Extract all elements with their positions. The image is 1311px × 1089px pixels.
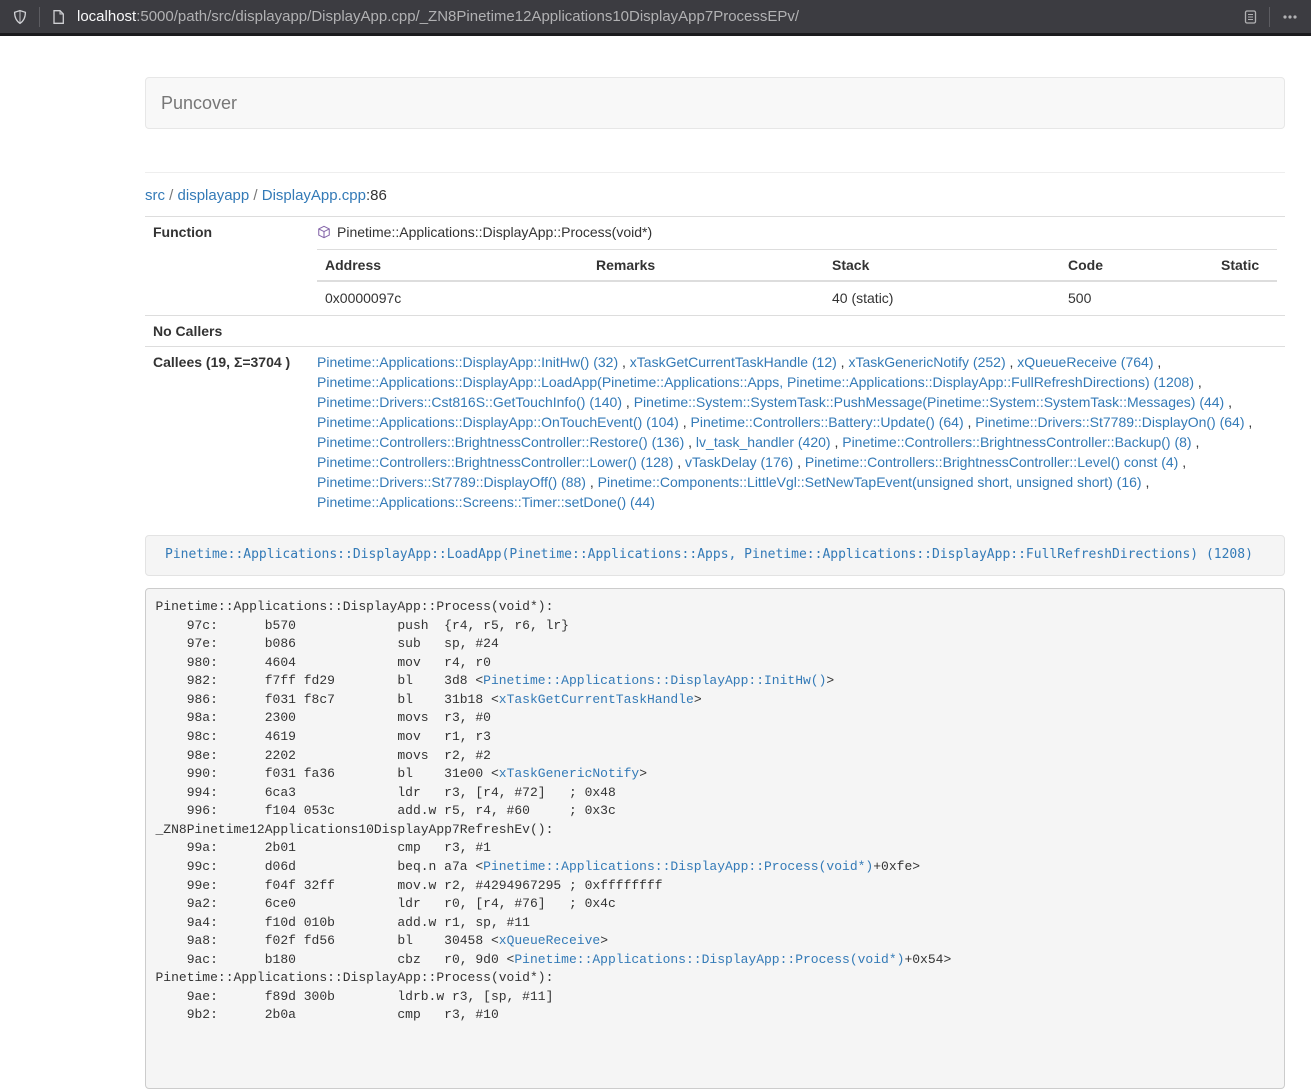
static-value (1213, 281, 1277, 315)
stack-value: 40 (static) (824, 281, 1060, 315)
breadcrumb-separator: / (165, 187, 178, 204)
function-name-cell: Pinetime::Applications::DisplayApp::Proc… (309, 217, 1285, 250)
callee-link[interactable]: Pinetime::Applications::DisplayApp::OnTo… (317, 414, 679, 430)
col-header-remarks: Remarks (588, 250, 824, 282)
callee-link[interactable]: xTaskGetCurrentTaskHandle (12) (630, 354, 837, 370)
callees-row: Callees (19, Σ=3704 ) Pinetime::Applicat… (145, 347, 1285, 518)
url-host: localhost (77, 8, 136, 25)
breadcrumb-line-number: :86 (366, 187, 387, 204)
address-value: 0x0000097c (317, 281, 588, 315)
metrics-values-row: 0x0000097c 40 (static) 500 (317, 281, 1277, 315)
browser-url-bar[interactable]: localhost:5000/path/src/displayapp/Displ… (0, 0, 1311, 36)
callee-link[interactable]: Pinetime::Drivers::St7789::DisplayOff() … (317, 474, 586, 490)
url-path: :5000/path/src/displayapp/DisplayApp.cpp… (136, 8, 799, 25)
page-content: Puncover src / displayapp / DisplayApp.c… (145, 36, 1285, 1089)
callee-link[interactable]: vTaskDelay (176) (685, 454, 793, 470)
code-value: 500 (1060, 281, 1213, 315)
disassembly-code: Pinetime::Applications::DisplayApp::Proc… (156, 599, 952, 1022)
callee-link[interactable]: Pinetime::Applications::DisplayApp::Load… (317, 374, 1194, 390)
col-header-code: Code (1060, 250, 1213, 282)
callee-link[interactable]: Pinetime::System::SystemTask::PushMessag… (634, 394, 1225, 410)
code-symbol-link[interactable]: xQueueReceive (499, 933, 600, 948)
callee-link[interactable]: Pinetime::Controllers::BrightnessControl… (842, 434, 1191, 450)
symbol-table: Function Pinetime::Applications::Display… (145, 216, 1285, 517)
remarks-value (588, 281, 824, 315)
breadcrumb-separator: / (249, 187, 262, 204)
callees-label: Callees (19, Σ=3704 ) (145, 347, 309, 518)
symbol-cube-icon (317, 224, 331, 244)
divider (145, 172, 1285, 173)
callee-link[interactable]: lv_task_handler (420) (696, 434, 831, 450)
overflow-menu-icon[interactable] (1281, 9, 1299, 25)
breadcrumb-link[interactable]: DisplayApp.cpp (262, 187, 366, 204)
callee-link[interactable]: Pinetime::Controllers::BrightnessControl… (805, 454, 1178, 470)
col-header-address: Address (317, 250, 588, 282)
function-name: Pinetime::Applications::DisplayApp::Proc… (337, 224, 652, 240)
callee-link[interactable]: Pinetime::Controllers::BrightnessControl… (317, 454, 673, 470)
reader-mode-icon[interactable] (1243, 9, 1258, 25)
callee-link[interactable]: Pinetime::Drivers::St7789::DisplayOn() (… (975, 414, 1244, 430)
toolbar-separator (39, 7, 40, 27)
callee-link[interactable]: Pinetime::Controllers::BrightnessControl… (317, 434, 684, 450)
function-label: Function (145, 217, 309, 250)
callee-link[interactable]: Pinetime::Applications::DisplayApp::Init… (317, 354, 618, 370)
callee-link[interactable]: Pinetime::Controllers::Battery::Update()… (691, 414, 964, 430)
code-symbol-link[interactable]: xTaskGetCurrentTaskHandle (499, 692, 694, 707)
col-header-static: Static (1213, 250, 1277, 282)
col-header-stack: Stack (824, 250, 1060, 282)
callers-label: No Callers (145, 316, 309, 347)
toolbar-separator (1269, 7, 1270, 27)
metrics-row: Address Remarks Stack Code Static 0x0000… (145, 249, 1285, 316)
code-symbol-link[interactable]: Pinetime::Applications::DisplayApp::Init… (483, 673, 826, 688)
callee-link[interactable]: xQueueReceive (764) (1017, 354, 1153, 370)
highlighted-callee-box: Pinetime::Applications::DisplayApp::Load… (145, 535, 1285, 576)
navbar: Puncover (145, 77, 1285, 129)
page-icon[interactable] (51, 9, 66, 25)
code-symbol-link[interactable]: xTaskGenericNotify (499, 766, 639, 781)
callers-row: No Callers (145, 316, 1285, 347)
callee-link[interactable]: Pinetime::Applications::Screens::Timer::… (317, 494, 655, 510)
metrics-table: Address Remarks Stack Code Static 0x0000… (317, 249, 1277, 315)
breadcrumb: src / displayapp / DisplayApp.cpp:86 (145, 187, 1285, 204)
url-text[interactable]: localhost:5000/path/src/displayapp/Displ… (77, 8, 1243, 25)
code-symbol-link[interactable]: Pinetime::Applications::DisplayApp::Proc… (483, 859, 873, 874)
callee-link[interactable]: Pinetime::Drivers::Cst816S::GetTouchInfo… (317, 394, 622, 410)
callees-list: Pinetime::Applications::DisplayApp::Init… (309, 347, 1285, 518)
callee-link[interactable]: xTaskGenericNotify (252) (848, 354, 1005, 370)
brand-link[interactable]: Puncover (161, 93, 237, 114)
disassembly-block: Pinetime::Applications::DisplayApp::Proc… (145, 588, 1285, 1089)
highlighted-callee-link[interactable]: Pinetime::Applications::DisplayApp::Load… (165, 547, 1253, 562)
callee-link[interactable]: Pinetime::Components::LittleVgl::SetNewT… (598, 474, 1142, 490)
breadcrumb-link[interactable]: src (145, 187, 165, 204)
code-symbol-link[interactable]: Pinetime::Applications::DisplayApp::Proc… (514, 952, 904, 967)
function-row: Function Pinetime::Applications::Display… (145, 217, 1285, 250)
shield-icon[interactable] (12, 9, 28, 25)
breadcrumb-link[interactable]: displayapp (178, 187, 250, 204)
